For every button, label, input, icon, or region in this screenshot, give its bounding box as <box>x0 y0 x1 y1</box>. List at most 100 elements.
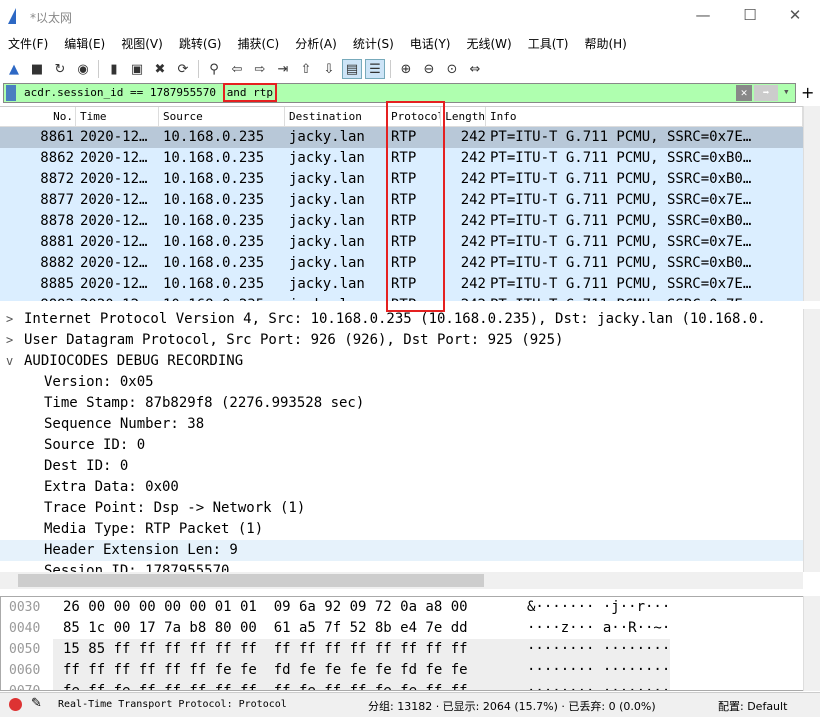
tree-item-text: Session ID: 1787955570 <box>44 563 230 572</box>
bytes-hex[interactable]: 15 85 ff ff ff ff ff ff ff ff ff ff ff f… <box>53 639 513 660</box>
last-icon[interactable]: ⇩ <box>319 59 339 79</box>
details-horizontal-scrollbar[interactable] <box>0 572 803 589</box>
tree-item[interactable]: Version: 0x05 <box>0 372 803 393</box>
open-file-icon[interactable]: ▮ <box>104 59 124 79</box>
bytes-ascii[interactable]: ········ ········ <box>513 681 671 690</box>
packet-cell: jacky.lan <box>289 150 365 166</box>
column-header-source[interactable]: Source <box>159 107 285 126</box>
menu-item[interactable]: 编辑(E) <box>64 34 105 56</box>
packet-cell: 8882 <box>40 255 74 271</box>
menu-item[interactable]: 统计(S) <box>353 34 394 56</box>
bytes-offset: 0030 <box>9 600 41 615</box>
menu-item[interactable]: 无线(W) <box>467 34 512 56</box>
packet-cell: jacky.lan <box>289 213 365 229</box>
tree-item[interactable]: Dest ID: 0 <box>0 456 803 477</box>
bytes-hex[interactable]: 85 1c 00 17 7a b8 80 00 61 a5 7f 52 8b e… <box>53 618 513 639</box>
menu-item[interactable]: 帮助(H) <box>584 34 626 56</box>
stop-icon[interactable]: ■ <box>27 59 47 79</box>
expand-arrow-icon[interactable]: > <box>6 330 13 351</box>
clear-filter-button[interactable]: ✕ <box>736 85 752 101</box>
tree-item-text: Internet Protocol Version 4, Src: 10.168… <box>24 311 766 327</box>
tree-item[interactable]: v AUDIOCODES DEBUG RECORDING <box>0 351 803 372</box>
tree-item[interactable]: Extra Data: 0x00 <box>0 477 803 498</box>
tree-item[interactable]: Source ID: 0 <box>0 435 803 456</box>
main-toolbar: ▲ ■ ↻ ◉ ▮ ▣ ✖ ⟳ ⚲ ⇦ ⇨ ⇥ ⇧ ⇩ ▤ ☰ ⊕ ⊖ ⊙ ⇔ <box>0 56 820 82</box>
first-icon[interactable]: ⇧ <box>296 59 316 79</box>
packet-cell: 10.168.0.235 <box>163 129 265 145</box>
bytes-ascii[interactable]: ········ ········ <box>513 639 671 660</box>
column-header-info[interactable]: Info <box>486 107 803 126</box>
menu-item[interactable]: 捕获(C) <box>237 34 279 56</box>
title-bar: *以太网 — ☐ ✕ <box>0 0 820 34</box>
forward-icon[interactable]: ⇨ <box>250 59 270 79</box>
menu-item[interactable]: 工具(T) <box>528 34 569 56</box>
zoom-reset-icon[interactable]: ⊙ <box>442 59 462 79</box>
tree-item[interactable]: Trace Point: Dsp -> Network (1) <box>0 498 803 519</box>
autoscroll-icon[interactable]: ▤ <box>342 59 362 79</box>
packet-cell: jacky.lan <box>289 255 365 271</box>
packet-cell: jacky.lan <box>289 276 365 292</box>
bytes-offset: 0050 <box>9 642 41 657</box>
column-header-length[interactable]: Length <box>441 107 486 126</box>
packet-cell: 8872 <box>40 171 74 187</box>
goto-icon[interactable]: ⇥ <box>273 59 293 79</box>
packet-cell: 10.168.0.235 <box>163 213 265 229</box>
shark-fin-start-icon[interactable]: ▲ <box>4 59 24 79</box>
bytes-hex[interactable]: fe ff fe ff ff ff ff ff ff fe ff ff fe f… <box>53 681 513 690</box>
expand-arrow-icon[interactable]: > <box>6 309 13 330</box>
bytes-ascii[interactable]: ········ ········ <box>513 660 671 681</box>
add-filter-button[interactable]: + <box>801 83 814 102</box>
menu-item[interactable]: 视图(V) <box>121 34 163 56</box>
bytes-ascii[interactable]: &······· ·j··r··· <box>513 597 670 618</box>
packet-details-tree: > Internet Protocol Version 4, Src: 10.16… <box>0 309 803 572</box>
back-icon[interactable]: ⇦ <box>227 59 247 79</box>
reload-icon[interactable]: ⟳ <box>173 59 193 79</box>
packet-list-scrollbar[interactable] <box>803 106 820 301</box>
apply-filter-button[interactable]: ➡ <box>754 85 778 101</box>
column-header-destination[interactable]: Destination <box>285 107 387 126</box>
bytes-ascii[interactable]: ····z··· a··R··~· <box>513 618 670 639</box>
tree-item[interactable]: Session ID: 1787955570 <box>0 561 803 572</box>
colorize-icon[interactable]: ☰ <box>365 59 385 79</box>
find-icon[interactable]: ⚲ <box>204 59 224 79</box>
menu-item[interactable]: 跳转(G) <box>179 34 222 56</box>
resize-columns-icon[interactable]: ⇔ <box>465 59 485 79</box>
packet-cell: jacky.lan <box>289 129 365 145</box>
status-profile[interactable]: 配置: Default <box>718 698 787 714</box>
bytes-hex[interactable]: ff ff ff ff ff ff fe fe fd fe fe fe fe f… <box>53 660 513 681</box>
packet-cell: jacky.lan <box>289 192 365 208</box>
menu-item[interactable]: 电话(Y) <box>410 34 451 56</box>
details-scrollbar[interactable] <box>803 309 820 572</box>
zoom-out-icon[interactable]: ⊖ <box>419 59 439 79</box>
edit-comment-icon[interactable]: ✎ <box>31 696 42 711</box>
filter-dropdown-button[interactable]: ▾ <box>783 85 790 98</box>
bytes-scrollbar[interactable] <box>803 596 820 691</box>
bytes-hex[interactable]: 26 00 00 00 00 00 01 01 09 6a 92 09 72 0… <box>53 597 513 618</box>
close-file-icon[interactable]: ✖ <box>150 59 170 79</box>
expand-arrow-icon[interactable]: v <box>6 351 13 372</box>
packet-cell: 242 <box>460 129 486 145</box>
tree-item[interactable]: Header Extension Len: 9 <box>0 540 803 561</box>
tree-item[interactable]: Time Stamp: 87b829f8 (2276.993528 sec) <box>0 393 803 414</box>
tree-item-text: Dest ID: 0 <box>44 458 129 474</box>
menu-item[interactable]: 分析(A) <box>295 34 337 56</box>
bookmark-icon[interactable] <box>6 85 16 101</box>
tree-item[interactable]: Media Type: RTP Packet (1) <box>0 519 803 540</box>
bytes-row: 0060 ff ff ff ff ff ff fe fe fd fe fe fe … <box>1 660 803 681</box>
packet-cell: jacky.lan <box>289 171 365 187</box>
options-icon[interactable]: ◉ <box>73 59 93 79</box>
packet-cell: 8861 <box>40 129 74 145</box>
save-icon[interactable]: ▣ <box>127 59 147 79</box>
tree-item[interactable]: Sequence Number: 38 <box>0 414 803 435</box>
display-filter-input[interactable]: acdr.session_id == 1787955570 and rtp ✕ … <box>3 83 796 103</box>
tree-item[interactable]: > User Datagram Protocol, Src Port: 926 (… <box>0 330 803 351</box>
menu-item[interactable]: 文件(F) <box>8 34 48 56</box>
tree-item[interactable]: > Internet Protocol Version 4, Src: 10.16… <box>0 309 803 330</box>
restart-icon[interactable]: ↻ <box>50 59 70 79</box>
zoom-in-icon[interactable]: ⊕ <box>396 59 416 79</box>
column-header-time[interactable]: Time <box>76 107 159 126</box>
column-header-no[interactable]: No. <box>0 107 76 126</box>
maximize-button[interactable]: ☐ <box>735 6 765 26</box>
close-button[interactable]: ✕ <box>780 6 810 26</box>
minimize-button[interactable]: — <box>688 6 718 26</box>
